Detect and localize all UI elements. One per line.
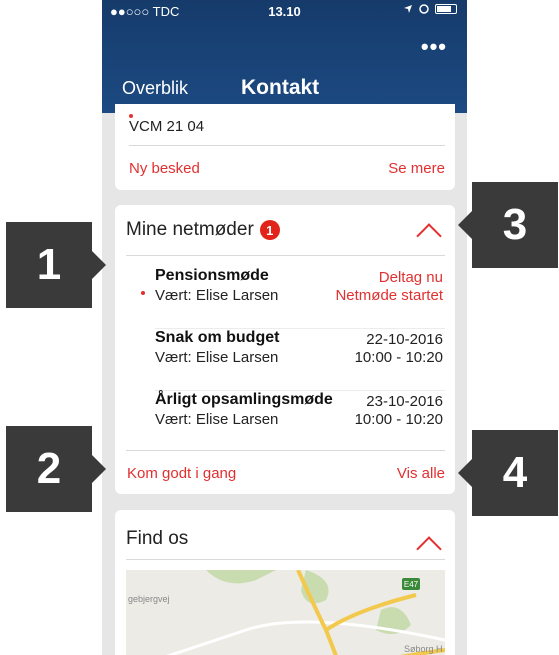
callout-3: 3: [472, 182, 558, 268]
unread-badge: 1: [259, 220, 280, 240]
meetings-title: Mine netmøder: [126, 219, 254, 240]
active-dot: [141, 291, 145, 295]
message-item[interactable]: VCM 21 04: [129, 118, 204, 135]
find-us-card: Find os E47 O3 gebjergvej Søborg H: [115, 510, 455, 655]
find-us-header: Find os: [126, 528, 188, 550]
meeting-item[interactable]: Snak om budget Vært: Elise Larsen 22-10-…: [115, 329, 455, 391]
meeting-host: Vært: Elise Larsen: [155, 411, 279, 428]
alarm-icon: [419, 4, 429, 14]
divider: [126, 255, 445, 256]
meeting-item[interactable]: Pensionsmøde Vært: Elise Larsen Deltag n…: [115, 267, 455, 329]
find-us-title: Find os: [126, 528, 189, 549]
road-label: Søborg H: [404, 644, 443, 654]
show-all-link[interactable]: Vis alle: [397, 465, 445, 482]
road-label: gebjergvej: [128, 594, 170, 604]
app-header: ●●○○○ TDC 13.10 ••• Overblik Kontakt: [102, 0, 467, 113]
callout-arrow: [92, 455, 106, 483]
location-icon: [404, 5, 412, 13]
meeting-item[interactable]: Årligt opsamlingsmøde Vært: Elise Larsen…: [115, 391, 455, 447]
battery-icon: [435, 4, 457, 14]
callout-arrow: [458, 459, 472, 487]
meetings-card: Mine netmøder 1 Pensionsmøde Vært: Elise…: [115, 205, 455, 494]
chevron-up-icon[interactable]: [416, 223, 442, 249]
meetings-header: Mine netmøder 1: [126, 219, 280, 241]
divider: [126, 450, 445, 451]
callout-4: 4: [472, 430, 558, 516]
get-started-link[interactable]: Kom godt i gang: [127, 465, 236, 482]
callout-2: 2: [6, 426, 92, 512]
callout-arrow: [458, 211, 472, 239]
map-graphic: E47 O3 gebjergvej Søborg H: [128, 570, 445, 655]
motorway-label: E47: [404, 580, 419, 589]
chevron-up-icon[interactable]: [416, 536, 442, 562]
nav-tab-overblik[interactable]: Overblik: [122, 78, 188, 99]
meeting-date: 22-10-2016: [366, 331, 443, 348]
callout-1: 1: [6, 222, 92, 308]
messages-card: VCM 21 04 Ny besked Se mere: [115, 104, 455, 190]
divider: [126, 559, 445, 560]
meeting-time: 10:00 - 10:20: [354, 411, 443, 428]
meeting-title: Årligt opsamlingsmøde: [155, 391, 333, 408]
meeting-host: Vært: Elise Larsen: [155, 287, 279, 304]
meeting-time: 10:00 - 10:20: [354, 349, 443, 366]
more-icon[interactable]: •••: [421, 36, 447, 58]
phone-screen: ●●○○○ TDC 13.10 ••• Overblik Kontakt VCM…: [102, 0, 467, 655]
meeting-status: Netmøde startet: [335, 287, 443, 304]
map[interactable]: E47 O3 gebjergvej Søborg H: [126, 570, 445, 655]
new-message-link[interactable]: Ny besked: [129, 160, 200, 177]
page-title: Kontakt: [241, 76, 320, 99]
callout-arrow: [92, 251, 106, 279]
meeting-host: Vært: Elise Larsen: [155, 349, 279, 366]
meeting-title: Pensionsmøde: [155, 267, 269, 284]
divider: [129, 145, 445, 146]
meeting-date: 23-10-2016: [366, 393, 443, 410]
status-icons: [403, 4, 457, 14]
meeting-title: Snak om budget: [155, 329, 280, 346]
see-more-link[interactable]: Se mere: [388, 160, 445, 177]
status-bar: ●●○○○ TDC 13.10: [102, 0, 467, 22]
join-now-link[interactable]: Deltag nu: [379, 269, 443, 286]
